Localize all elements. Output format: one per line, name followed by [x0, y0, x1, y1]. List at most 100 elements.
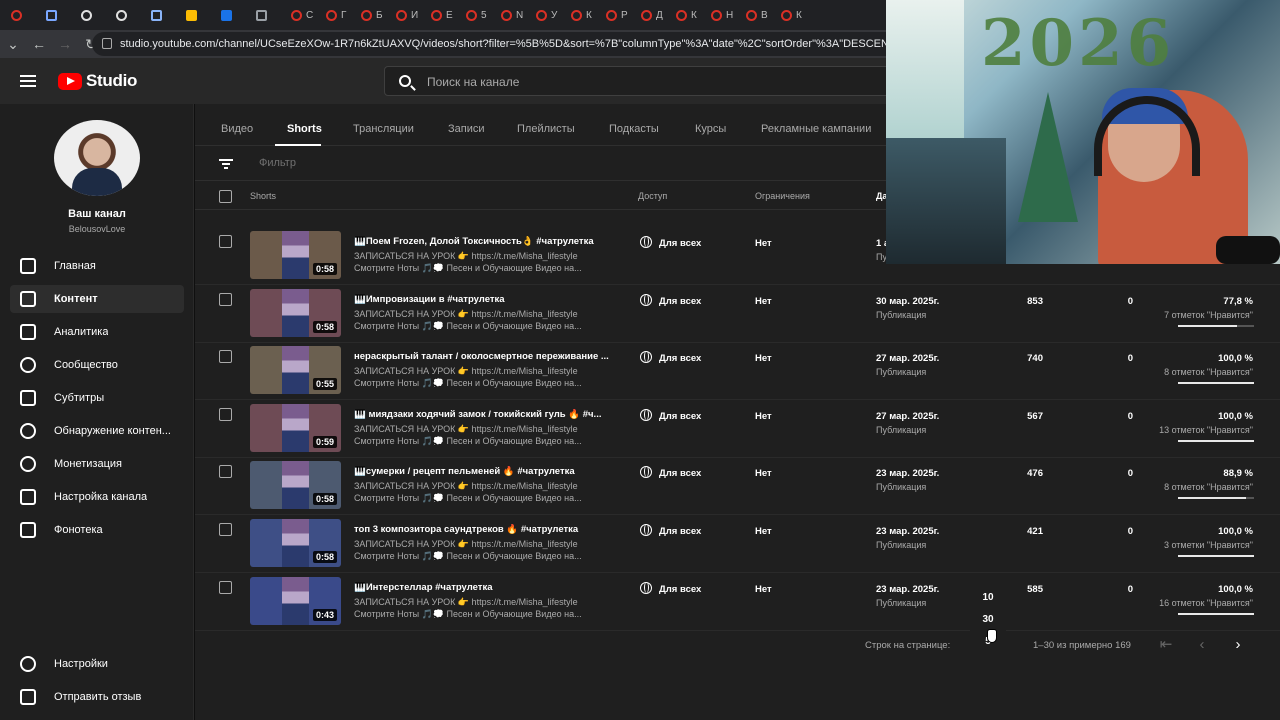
- table-row[interactable]: 0:58 🎹сумерки / рецепт пельменей 🔥 #чатру…: [195, 457, 1280, 516]
- browser-tab[interactable]: К: [671, 3, 706, 27]
- rows-option-30[interactable]: 30: [970, 614, 1006, 625]
- video-title[interactable]: топ 3 композитора саундтреков 🔥 #чатруле…: [354, 524, 614, 535]
- browser-tab[interactable]: Р: [601, 3, 636, 27]
- filter-input[interactable]: Фильтр: [259, 157, 296, 169]
- sidebar-item-feedback[interactable]: Отправить отзыв: [10, 683, 184, 711]
- table-row[interactable]: 0:43 🎹Интерстеллар #чатрулетка ЗАПИСАТЬСЯ …: [195, 573, 1280, 631]
- row-checkbox[interactable]: [219, 580, 232, 594]
- back-icon[interactable]: ←: [26, 31, 52, 57]
- first-page-icon[interactable]: ⇤: [1155, 636, 1177, 654]
- browser-tab[interactable]: И: [391, 3, 426, 27]
- row-checkbox[interactable]: [219, 465, 232, 479]
- forward-icon[interactable]: →: [52, 31, 78, 57]
- channel-avatar[interactable]: [54, 120, 140, 196]
- select-all-checkbox[interactable]: [219, 190, 232, 203]
- table-row[interactable]: 0:55 нераскрытый талант / околосмертное п…: [195, 342, 1280, 401]
- video-thumbnail[interactable]: 0:59: [250, 403, 341, 452]
- visibility-value[interactable]: Для всех: [659, 296, 701, 307]
- video-title[interactable]: нераскрытый талант / околосмертное переж…: [354, 351, 614, 362]
- sidebar-item-copyright[interactable]: Обнаружение контен...: [10, 417, 184, 445]
- video-thumbnail[interactable]: 0:58: [250, 519, 341, 567]
- tab-search-icon[interactable]: ⌄: [0, 31, 26, 57]
- browser-tab[interactable]: В: [741, 3, 776, 27]
- publish-status: Публикация: [876, 309, 927, 320]
- video-title[interactable]: 🎹сумерки / рецепт пельменей 🔥 #чатрулетк…: [354, 466, 614, 477]
- sidebar-item-audio-library[interactable]: Фонотека: [10, 516, 184, 544]
- visibility-value[interactable]: Для всех: [659, 353, 701, 364]
- sidebar-item-settings[interactable]: Настройки: [10, 650, 184, 678]
- visibility-value[interactable]: Для всех: [659, 238, 701, 249]
- browser-tab[interactable]: [76, 3, 111, 27]
- browser-tab[interactable]: [6, 3, 41, 27]
- visibility-value[interactable]: Для всех: [659, 468, 701, 479]
- browser-tab[interactable]: Д: [636, 3, 671, 27]
- channel-search[interactable]: [384, 66, 904, 96]
- column-header-access[interactable]: Доступ: [638, 191, 667, 201]
- sidebar-item-content[interactable]: Контент: [10, 285, 184, 313]
- browser-tab[interactable]: Б: [356, 3, 391, 27]
- tab-2[interactable]: Трансляции: [353, 123, 414, 135]
- row-checkbox[interactable]: [219, 292, 232, 306]
- browser-tab[interactable]: Е: [426, 3, 461, 27]
- browser-tab[interactable]: [111, 3, 146, 27]
- video-thumbnail[interactable]: 0:55: [250, 346, 341, 395]
- visibility-value[interactable]: Для всех: [659, 411, 701, 422]
- table-row[interactable]: 0:59 🎹 миядзаки ходячий замок / токийский…: [195, 400, 1280, 458]
- sidebar-item-monetization[interactable]: Монетизация: [10, 450, 184, 478]
- video-thumbnail[interactable]: 0:43: [250, 576, 341, 625]
- tab-1[interactable]: Shorts: [287, 123, 322, 135]
- previous-page-icon[interactable]: ‹: [1191, 636, 1213, 654]
- sidebar-item-community[interactable]: Сообщество: [10, 351, 184, 379]
- filter-icon[interactable]: [219, 159, 233, 169]
- browser-tab[interactable]: [216, 3, 251, 27]
- rows-option-10[interactable]: 10: [970, 592, 1006, 603]
- menu-icon[interactable]: [20, 75, 36, 87]
- row-checkbox[interactable]: [219, 407, 232, 421]
- tab-4[interactable]: Плейлисты: [517, 123, 575, 135]
- browser-tab[interactable]: Н: [706, 3, 741, 27]
- column-header-restrictions[interactable]: Ограничения: [755, 191, 810, 201]
- tab-7[interactable]: Рекламные кампании: [761, 123, 871, 135]
- row-checkbox[interactable]: [219, 350, 232, 364]
- table-row[interactable]: 0:58 топ 3 композитора саундтреков 🔥 #чат…: [195, 515, 1280, 573]
- site-info-icon[interactable]: [102, 38, 112, 49]
- studio-logo-text[interactable]: Studio: [86, 71, 137, 91]
- browser-tab[interactable]: [251, 3, 286, 27]
- visibility-value[interactable]: Для всех: [659, 526, 701, 537]
- video-thumbnail[interactable]: 0:58: [250, 231, 341, 279]
- tab-0[interactable]: Видео: [221, 123, 253, 135]
- sidebar-item-analytics[interactable]: Аналитика: [10, 318, 184, 346]
- browser-tab[interactable]: С: [286, 3, 321, 27]
- browser-tab[interactable]: [181, 3, 216, 27]
- browser-tab[interactable]: У: [531, 3, 566, 27]
- sidebar-item-customization[interactable]: Настройка канала: [10, 483, 184, 511]
- tab-6[interactable]: Курсы: [695, 123, 726, 135]
- sidebar-item-subtitles[interactable]: Субтитры: [10, 384, 184, 412]
- settings-icon: [20, 656, 36, 672]
- next-page-icon[interactable]: ›: [1227, 636, 1249, 654]
- sidebar-item-dashboard[interactable]: Главная: [10, 252, 184, 280]
- column-header-video[interactable]: Shorts: [250, 191, 276, 201]
- browser-tab[interactable]: К: [566, 3, 601, 27]
- table-row[interactable]: 0:58 🎹Импровизации в #чатрулетка ЗАПИСАТЬС…: [195, 285, 1280, 343]
- youtube-logo-icon[interactable]: [58, 73, 82, 90]
- browser-tab[interactable]: 5: [461, 3, 496, 27]
- video-title[interactable]: 🎹Импровизации в #чатрулетка: [354, 294, 614, 305]
- browser-tab[interactable]: Г: [321, 3, 356, 27]
- video-thumbnail[interactable]: 0:58: [250, 461, 341, 510]
- row-checkbox[interactable]: [219, 235, 232, 248]
- tab-5[interactable]: Подкасты: [609, 123, 659, 135]
- video-title[interactable]: 🎹Интерстеллар #чатрулетка: [354, 582, 614, 593]
- browser-tab[interactable]: [146, 3, 181, 27]
- row-checkbox[interactable]: [219, 523, 232, 536]
- search-input[interactable]: [427, 73, 887, 91]
- search-icon[interactable]: [399, 75, 411, 87]
- video-title[interactable]: 🎹 миядзаки ходячий замок / токийский гул…: [354, 409, 614, 420]
- browser-tab[interactable]: [41, 3, 76, 27]
- video-title[interactable]: 🎹Поем Frozen, Долой Токсичность👌 #чатрул…: [354, 236, 614, 247]
- tab-3[interactable]: Записи: [448, 123, 485, 135]
- browser-tab[interactable]: N: [496, 3, 531, 27]
- visibility-value[interactable]: Для всех: [659, 584, 701, 595]
- video-thumbnail[interactable]: 0:58: [250, 288, 341, 337]
- browser-tab[interactable]: К: [776, 3, 811, 27]
